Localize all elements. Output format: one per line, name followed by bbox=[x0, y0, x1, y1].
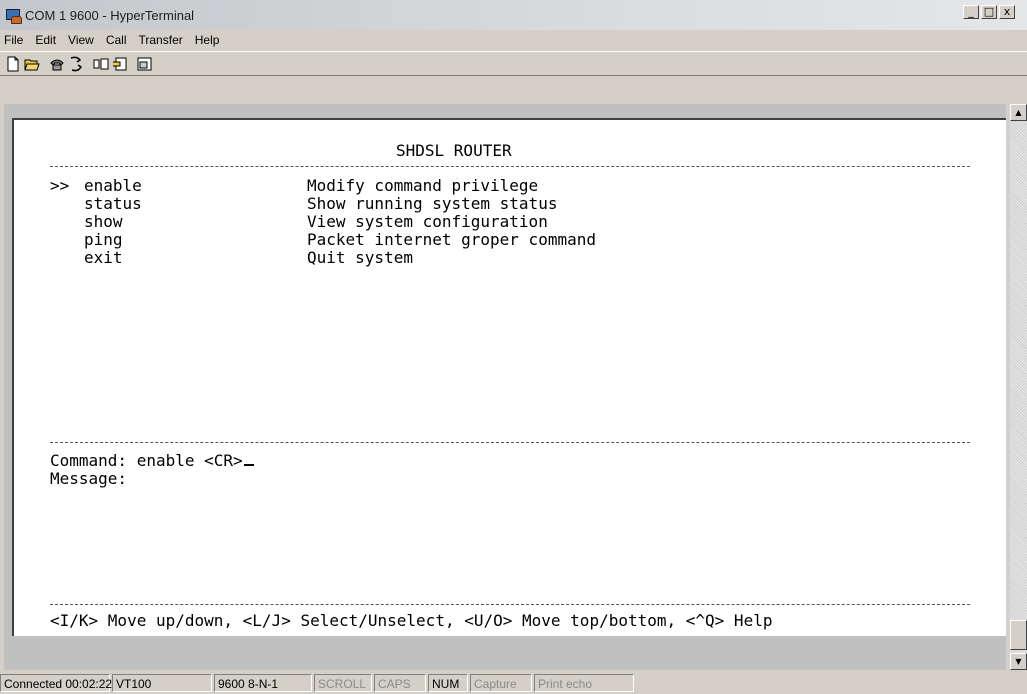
close-button[interactable]: x bbox=[999, 5, 1015, 19]
properties-icon[interactable] bbox=[136, 55, 154, 73]
window-title: COM 1 9600 - HyperTerminal bbox=[25, 7, 195, 23]
receive-icon[interactable] bbox=[111, 55, 129, 73]
command-text: Command: enable <CR> bbox=[50, 451, 243, 470]
menu-view[interactable]: View bbox=[62, 33, 100, 47]
menu-edit[interactable]: Edit bbox=[29, 33, 62, 47]
toolbar bbox=[0, 51, 1027, 76]
menu-transfer[interactable]: Transfer bbox=[133, 33, 189, 47]
menu-file[interactable]: File bbox=[0, 33, 29, 47]
status-settings: 9600 8-N-1 bbox=[214, 674, 312, 692]
menu-marker: >> bbox=[50, 176, 70, 195]
status-connected: Connected 00:02:22 bbox=[0, 674, 112, 692]
menu-bar: File Edit View Call Transfer Help bbox=[0, 30, 1027, 50]
scroll-thumb[interactable] bbox=[1010, 620, 1027, 650]
minimize-button[interactable]: _ bbox=[963, 5, 979, 19]
menu-command-status[interactable]: status bbox=[84, 195, 142, 213]
status-emulation: VT100 bbox=[112, 674, 212, 692]
vertical-scrollbar[interactable]: ▲ ▼ bbox=[1010, 104, 1027, 670]
menu-command-ping[interactable]: ping bbox=[84, 231, 123, 249]
menu-description: Show running system status bbox=[307, 194, 558, 213]
menu-command-show[interactable]: show bbox=[84, 213, 123, 231]
menu-command-enable[interactable]: enable bbox=[84, 177, 142, 195]
status-bar: Connected 00:02:22 VT100 9600 8-N-1 SCRO… bbox=[0, 672, 1027, 694]
divider-middle bbox=[50, 442, 970, 443]
divider-top bbox=[50, 166, 970, 167]
command-line[interactable]: Command: enable <CR> bbox=[50, 452, 254, 470]
menu-description: Packet internet groper command bbox=[307, 230, 596, 249]
menu-description: Quit system bbox=[307, 248, 413, 267]
status-caps: CAPS bbox=[374, 674, 426, 692]
menu-call[interactable]: Call bbox=[100, 33, 133, 47]
open-icon[interactable] bbox=[23, 55, 41, 73]
terminal-header: SHDSL ROUTER bbox=[396, 141, 512, 160]
text-cursor bbox=[243, 464, 254, 466]
divider-bottom bbox=[50, 604, 970, 605]
menu-description: View system configuration bbox=[307, 212, 548, 231]
send-icon[interactable] bbox=[92, 55, 110, 73]
new-icon[interactable] bbox=[4, 55, 22, 73]
terminal-screen[interactable]: SHDSL ROUTER >> enable Modify command pr… bbox=[12, 118, 1006, 636]
maximize-button[interactable]: □ bbox=[981, 5, 997, 19]
disconnect-icon[interactable] bbox=[67, 55, 85, 73]
menu-help[interactable]: Help bbox=[189, 33, 226, 47]
message-line: Message: bbox=[50, 469, 128, 488]
status-capture: Capture bbox=[470, 674, 532, 692]
help-line: <I/K> Move up/down, <L/J> Select/Unselec… bbox=[50, 611, 773, 630]
menu-command-exit[interactable]: exit bbox=[84, 249, 123, 267]
status-num: NUM bbox=[428, 674, 468, 692]
title-bar[interactable]: COM 1 9600 - HyperTerminal _ □ x bbox=[0, 0, 1027, 30]
scroll-down-icon[interactable]: ▼ bbox=[1010, 653, 1027, 670]
call-icon[interactable] bbox=[48, 55, 66, 73]
terminal-frame: SHDSL ROUTER >> enable Modify command pr… bbox=[4, 104, 1006, 670]
hyperterminal-icon bbox=[5, 7, 22, 24]
status-scroll: SCROLL bbox=[314, 674, 372, 692]
status-printecho: Print echo bbox=[534, 674, 634, 692]
scroll-up-icon[interactable]: ▲ bbox=[1010, 104, 1027, 121]
menu-description: Modify command privilege bbox=[307, 176, 539, 195]
